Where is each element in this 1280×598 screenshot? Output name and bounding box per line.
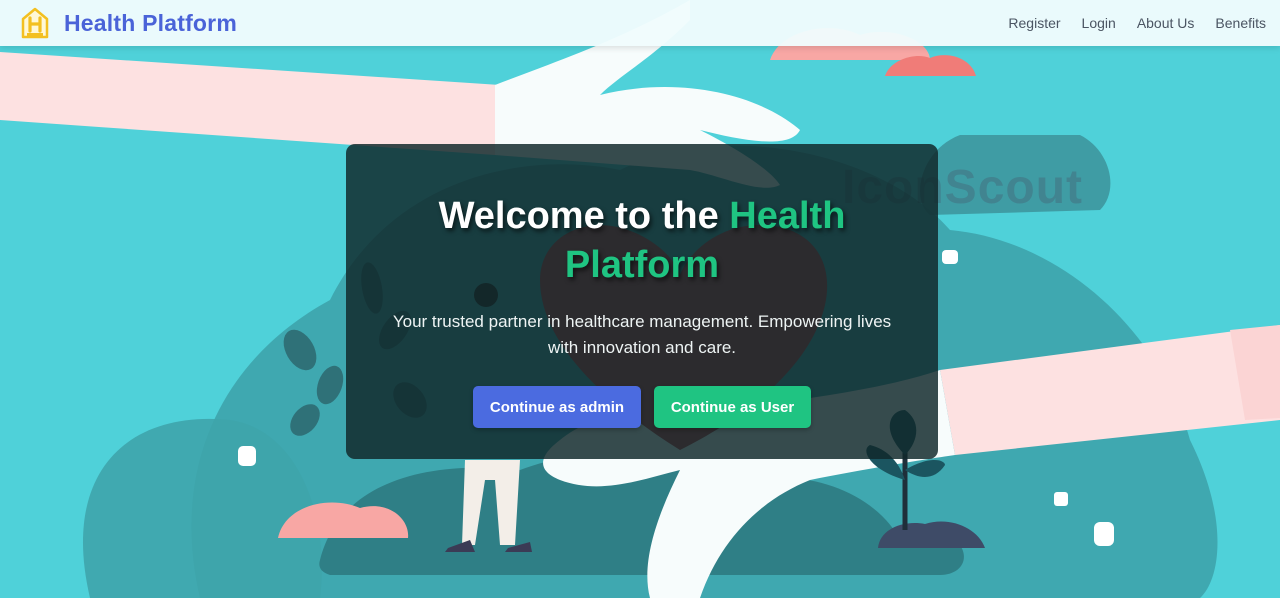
hero-card: Welcome to the Health Platform Your trus…: [346, 144, 938, 459]
nav-register-link[interactable]: Register: [1008, 15, 1060, 31]
main-nav: Register Login About Us Benefits: [987, 0, 1266, 46]
top-navbar: Health Platform Register Login About Us …: [0, 0, 1280, 46]
brand-link[interactable]: Health Platform: [20, 6, 237, 40]
nav-login-link[interactable]: Login: [1082, 15, 1116, 31]
continue-as-user-button[interactable]: Continue as User: [654, 386, 811, 428]
continue-as-admin-button[interactable]: Continue as admin: [473, 386, 641, 428]
brand-name: Health Platform: [64, 9, 237, 36]
nav-about-us-link[interactable]: About Us: [1137, 15, 1195, 31]
house-logo-icon: [21, 7, 49, 39]
nav-benefits-link[interactable]: Benefits: [1215, 15, 1266, 31]
hero-title: Welcome to the Health Platform: [382, 192, 902, 290]
hero-button-group: Continue as admin Continue as User: [346, 386, 938, 428]
hero-title-main: Welcome to the: [438, 195, 730, 237]
hero-subtitle: Your trusted partner in healthcare manag…: [392, 312, 892, 357]
